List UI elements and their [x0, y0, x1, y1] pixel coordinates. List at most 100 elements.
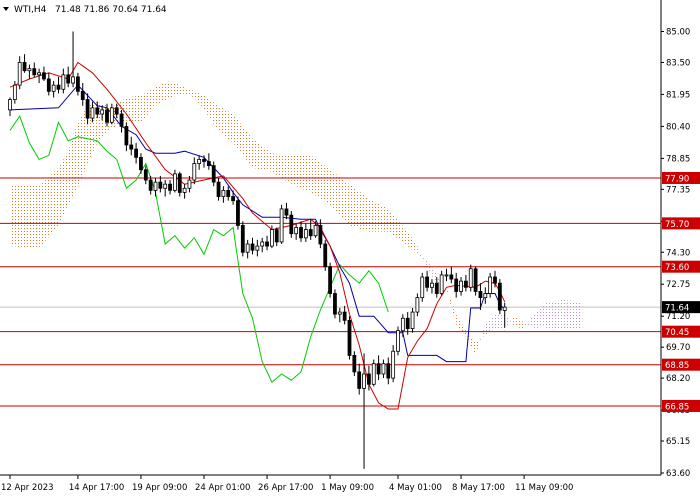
- candle-body-bear: [158, 181, 163, 189]
- ohlc-values: 71.48 71.86 70.64 71.64: [55, 5, 167, 15]
- candle-body-bear: [168, 183, 172, 191]
- candle-body-bull: [245, 243, 250, 253]
- candle-body-bear: [66, 74, 71, 84]
- y-tick-label: 68.20: [666, 374, 690, 384]
- candle-body-bear: [299, 227, 303, 239]
- cloud-segment: [10, 184, 40, 249]
- candle-body-bull: [51, 84, 56, 92]
- candle-body-bull: [488, 276, 493, 294]
- candle-body-bull: [313, 225, 318, 237]
- candle-body-bull: [187, 179, 192, 189]
- candle-body-bear: [425, 276, 430, 288]
- candle-body-bull: [362, 373, 366, 389]
- candle-body-bull: [172, 173, 177, 191]
- level-price-tag-text: 70.45: [665, 328, 689, 338]
- cloud-segment: [543, 301, 554, 331]
- candle-body-bear: [376, 363, 381, 375]
- level-price-tag-text: 66.85: [665, 402, 689, 412]
- candle-body-bull: [303, 229, 308, 239]
- y-tick-label: 81.95: [666, 90, 690, 100]
- candle-body-bull: [410, 311, 415, 329]
- y-tick-label: 74.30: [666, 248, 690, 258]
- candle-body-bear: [226, 189, 231, 197]
- candle-body-bull: [12, 84, 17, 100]
- candle-body-bear: [405, 317, 410, 329]
- candle-body-bear: [284, 208, 289, 216]
- y-tick-label: 69.70: [666, 343, 690, 353]
- candle-body-bear: [250, 243, 255, 251]
- candle-body-bull: [444, 274, 449, 277]
- cloud-segment: [562, 299, 583, 329]
- candle-body-bear: [342, 311, 347, 321]
- candle-body-bear: [323, 243, 328, 268]
- candle-body-bear: [85, 99, 90, 119]
- candle-body-bear: [124, 126, 129, 146]
- candle-body-bull: [182, 187, 187, 193]
- candle-body-bear: [274, 229, 279, 243]
- x-axis: 12 Apr 2023 14 Apr 17:00 19 Apr 09:00 24 Ap…: [1, 475, 573, 493]
- candle-body-bull: [420, 276, 425, 299]
- x-tick-label: 14 Apr 17:00: [69, 483, 124, 493]
- x-tick-label: 24 Apr 01:00: [195, 483, 250, 493]
- candle-body-bear: [347, 319, 352, 356]
- candle-body-bull: [100, 109, 105, 115]
- candle-body-bull: [192, 163, 197, 181]
- x-tick-label: 12 Apr 2023: [1, 483, 54, 493]
- x-tick-label: 11 May 09:00: [515, 483, 573, 493]
- candle-body-bear: [463, 280, 468, 288]
- candle-body-bear: [76, 76, 80, 92]
- cloud-segment: [126, 95, 141, 123]
- chart-canvas[interactable]: 85.0083.5081.9580.4078.8577.3575.8074.30…: [0, 0, 700, 500]
- candle-body-bull: [61, 74, 66, 90]
- candle-body-bear: [333, 293, 337, 315]
- candle-body-bear: [366, 373, 371, 385]
- y-tick-label: 72.75: [666, 280, 690, 290]
- x-tick-label: 26 Apr 17:00: [258, 483, 313, 493]
- candle-body-bear: [434, 282, 439, 294]
- y-tick-label: 63.60: [666, 469, 690, 479]
- y-tick-label: 77.35: [666, 185, 690, 195]
- candle-body-bull: [90, 107, 95, 119]
- candle-body-bear: [134, 148, 139, 158]
- candle-body-bear: [328, 266, 333, 294]
- candle-body-bear: [357, 371, 362, 389]
- candle-body-bear: [240, 225, 245, 253]
- candle-body-bear: [80, 90, 85, 100]
- candle-body-bear: [449, 274, 454, 280]
- level-price-tag-text: 77.90: [665, 174, 689, 184]
- x-tick-label: 19 Apr 09:00: [132, 483, 187, 493]
- y-tick-label: 71.20: [666, 312, 690, 322]
- candle-body-bull: [459, 280, 463, 292]
- price-chart[interactable]: 85.0083.5081.9580.4078.8577.3575.8074.30…: [0, 0, 700, 500]
- y-tick-label: 65.15: [666, 437, 690, 447]
- candle-body-bear: [32, 68, 37, 76]
- plot-area[interactable]: [0, 0, 661, 475]
- candle-body-bear: [148, 179, 153, 191]
- candle-body-bear: [56, 84, 61, 90]
- y-tick-label: 85.00: [666, 28, 690, 38]
- candle-body-bear: [289, 214, 294, 235]
- candle-body-bear: [386, 363, 391, 379]
- candle-body-bull: [17, 62, 22, 86]
- candle-body-bull: [415, 297, 420, 313]
- x-tick-label: 8 May 17:00: [452, 483, 505, 493]
- candle-body-bear: [352, 355, 357, 373]
- candle-body-bear: [202, 159, 206, 162]
- candle-body-bear: [308, 229, 313, 237]
- y-tick-label: 78.85: [666, 154, 690, 164]
- candle-body-bear: [206, 161, 211, 167]
- chart-header: WTI,H4 71.48 71.86 70.64 71.64: [3, 5, 167, 15]
- level-price-tag-text: 75.70: [665, 220, 689, 230]
- candle-body-bear: [95, 107, 100, 115]
- candle-body-bear: [211, 165, 216, 183]
- candle-body-bear: [497, 282, 502, 311]
- level-price-tag-text: 73.60: [665, 263, 689, 273]
- y-tick-label: 80.40: [666, 122, 690, 132]
- candle-body-bear: [114, 107, 119, 115]
- candle-body-bear: [177, 173, 182, 193]
- candle-body-bull: [396, 330, 400, 352]
- candle-body-bull: [37, 72, 41, 76]
- candle-body-bear: [454, 278, 459, 292]
- candle-body-bear: [265, 241, 269, 247]
- symbol-label: WTI,H4: [14, 5, 47, 15]
